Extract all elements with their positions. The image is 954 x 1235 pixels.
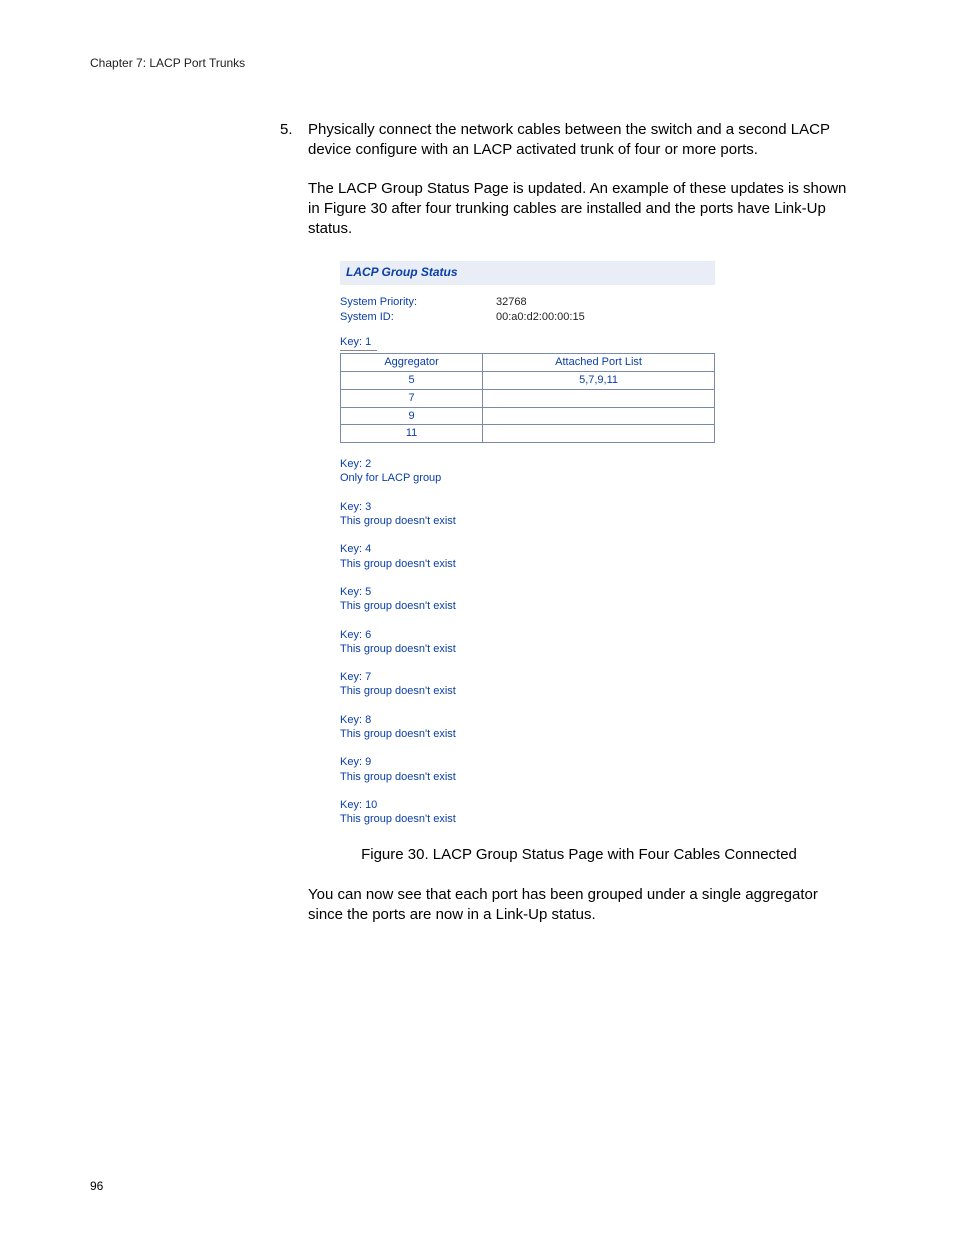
key-label: Key: 10 <box>340 798 715 812</box>
key-group: Key: 8 This group doesn't exist <box>340 713 715 742</box>
step-number: 5. <box>280 120 308 161</box>
key-group: Key: 3 This group doesn't exist <box>340 500 715 529</box>
step-text: Physically connect the network cables be… <box>308 120 850 161</box>
key-group: Key: 5 This group doesn't exist <box>340 585 715 614</box>
key-group: Key: 4 This group doesn't exist <box>340 542 715 571</box>
table-header-row: Aggregator Attached Port List <box>341 353 715 371</box>
key-msg: This group doesn't exist <box>340 599 715 613</box>
key-msg: This group doesn't exist <box>340 770 715 784</box>
key-msg: This group doesn't exist <box>340 514 715 528</box>
sys-priority-value: 32768 <box>496 295 527 310</box>
key-msg: This group doesn't exist <box>340 642 715 656</box>
table-row: 5 5,7,9,11 <box>341 371 715 389</box>
step-5: 5. Physically connect the network cables… <box>280 120 850 161</box>
table-row: 7 <box>341 389 715 407</box>
sys-priority-row: System Priority: 32768 <box>340 295 715 310</box>
body-content: 5. Physically connect the network cables… <box>280 120 850 925</box>
sys-id-value: 00:a0:d2:00:00:15 <box>496 310 585 325</box>
col-attached-ports: Attached Port List <box>483 353 715 371</box>
key-msg: Only for LACP group <box>340 471 715 485</box>
sys-id-label: System ID: <box>340 310 496 325</box>
key-label: Key: 8 <box>340 713 715 727</box>
figure-caption: Figure 30. LACP Group Status Page with F… <box>308 845 850 865</box>
figure-title-bar: LACP Group Status <box>340 261 715 285</box>
paragraph-update: The LACP Group Status Page is updated. A… <box>280 179 850 240</box>
table-row: 9 <box>341 407 715 425</box>
table-row: 11 <box>341 425 715 443</box>
agg-cell: 11 <box>341 425 483 443</box>
figure-lacp-status: LACP Group Status System Priority: 32768… <box>340 261 715 826</box>
page-number: 96 <box>90 1179 103 1193</box>
key-label: Key: 6 <box>340 628 715 642</box>
key-group: Key: 6 This group doesn't exist <box>340 628 715 657</box>
key-msg: This group doesn't exist <box>340 812 715 826</box>
running-head: Chapter 7: LACP Port Trunks <box>90 56 864 70</box>
key-group: Key: 7 This group doesn't exist <box>340 670 715 699</box>
ports-cell <box>483 389 715 407</box>
figure-body: System Priority: 32768 System ID: 00:a0:… <box>340 285 715 826</box>
key-group: Key: 10 This group doesn't exist <box>340 798 715 827</box>
key-group: Key: 9 This group doesn't exist <box>340 755 715 784</box>
key-label: Key: 5 <box>340 585 715 599</box>
sys-id-row: System ID: 00:a0:d2:00:00:15 <box>340 310 715 325</box>
col-aggregator: Aggregator <box>341 353 483 371</box>
aggregator-table: Aggregator Attached Port List 5 5,7,9,11… <box>340 353 715 443</box>
ports-cell <box>483 425 715 443</box>
key1-label: Key: 1 <box>340 335 377 351</box>
key-label: Key: 4 <box>340 542 715 556</box>
agg-cell: 7 <box>341 389 483 407</box>
key-label: Key: 9 <box>340 755 715 769</box>
agg-cell: 9 <box>341 407 483 425</box>
sys-priority-label: System Priority: <box>340 295 496 310</box>
page: Chapter 7: LACP Port Trunks 5. Physicall… <box>0 0 954 1235</box>
agg-cell: 5 <box>341 371 483 389</box>
key-msg: This group doesn't exist <box>340 557 715 571</box>
key-label: Key: 2 <box>340 457 715 471</box>
paragraph-conclusion: You can now see that each port has been … <box>280 885 850 926</box>
key-msg: This group doesn't exist <box>340 727 715 741</box>
ports-cell <box>483 407 715 425</box>
key-msg: This group doesn't exist <box>340 684 715 698</box>
key-group: Key: 2 Only for LACP group <box>340 457 715 486</box>
key-label: Key: 7 <box>340 670 715 684</box>
ports-cell: 5,7,9,11 <box>483 371 715 389</box>
key-label: Key: 3 <box>340 500 715 514</box>
